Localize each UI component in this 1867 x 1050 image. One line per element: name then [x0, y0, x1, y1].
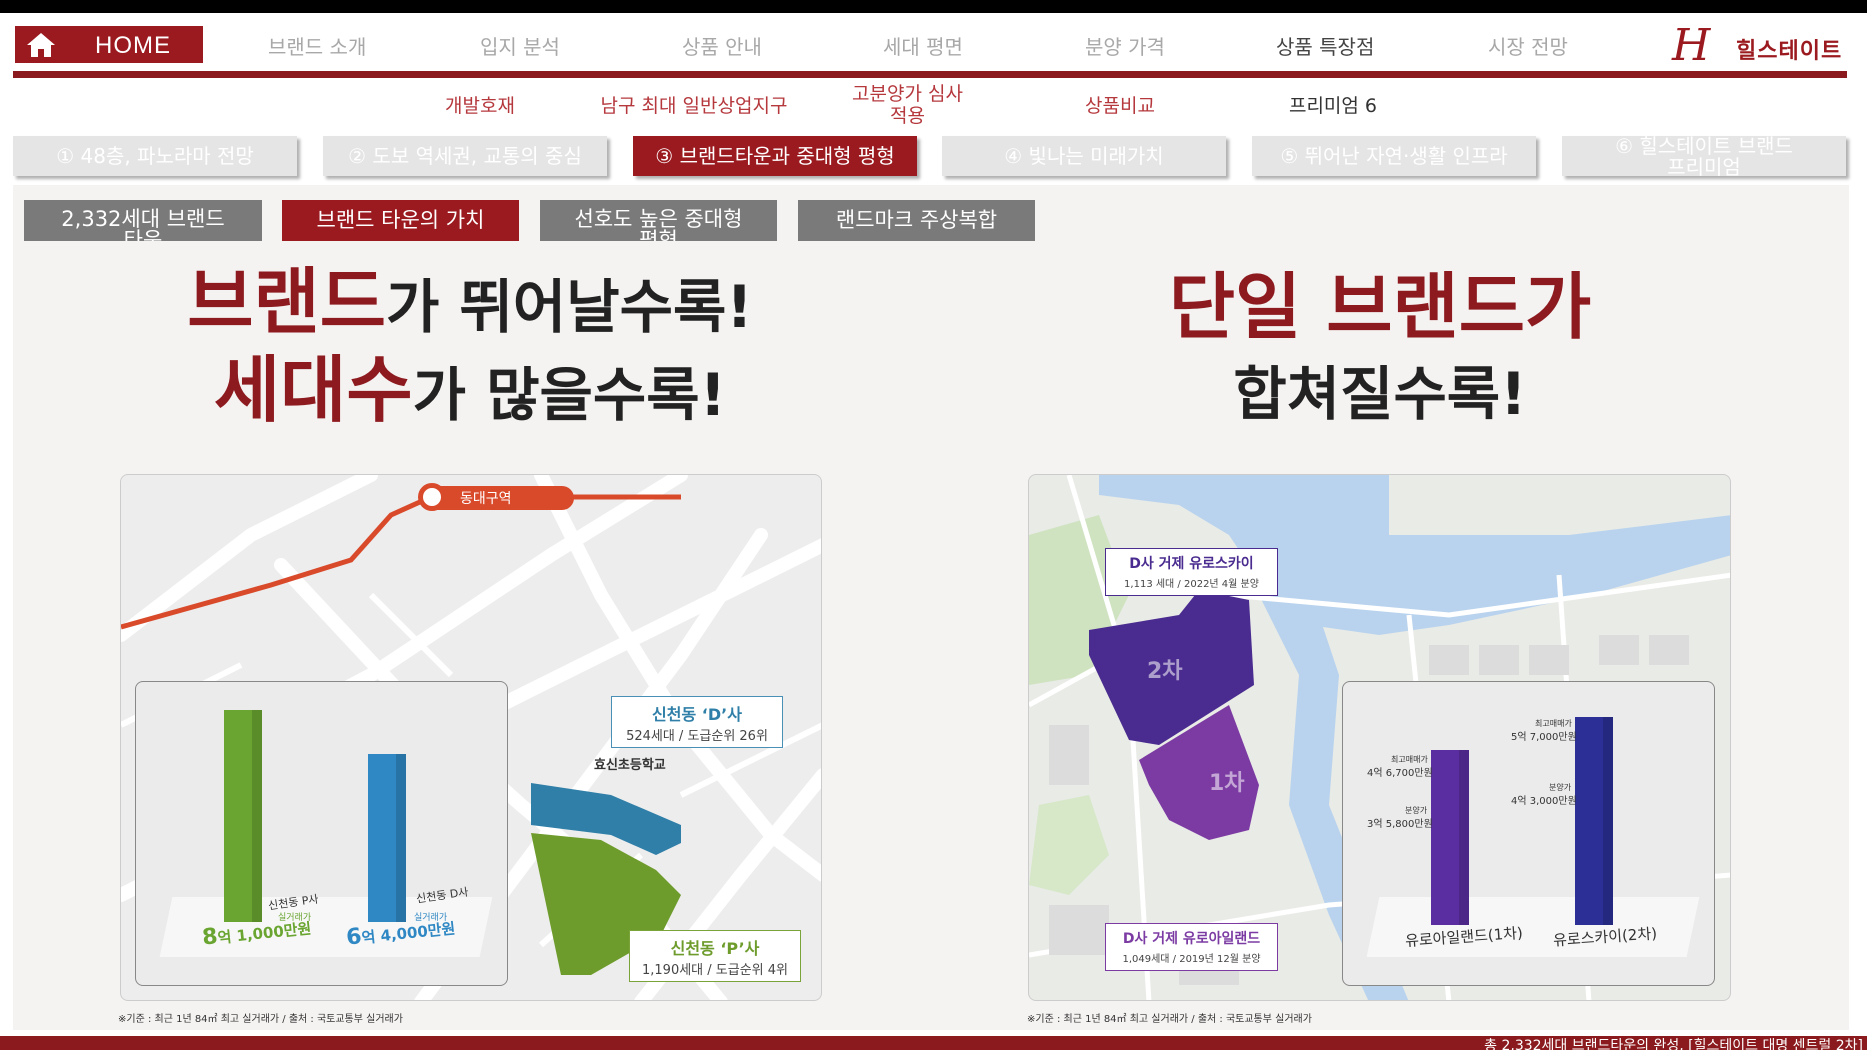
section-tab-mid-large[interactable]: 선호도 높은 중대형 평형 — [540, 200, 777, 241]
bar-p-company — [224, 710, 262, 922]
home-button[interactable]: HOME — [15, 26, 203, 63]
block-2-label: 2차 — [1147, 659, 1183, 684]
left-headline-2: 세대수가 많을수록! — [130, 350, 810, 435]
logo-mark: H — [1672, 20, 1711, 71]
euroisland-sub: 1,049세대 / 2019년 12월 분양 — [1122, 954, 1261, 965]
bar-d-company — [368, 754, 406, 922]
section-tab-brand-value[interactable]: 브랜드 타운의 가치 — [282, 200, 519, 241]
nav-item-product[interactable]: 상품 안내 — [682, 31, 762, 60]
premium-tab-3[interactable]: ③ 브랜드타운과 중대형 평형 — [633, 136, 917, 176]
page: HOME 브랜드 소개 입지 분석 상품 안내 세대 평면 분양 가격 상품 특… — [0, 0, 1867, 1050]
nav-item-outlook[interactable]: 시장 전망 — [1488, 31, 1568, 60]
nav-item-features[interactable]: 상품 특장점 — [1276, 31, 1374, 60]
station-dot — [418, 483, 446, 511]
eurosky-title: D사 거제 유로스카이 — [1129, 556, 1254, 572]
subnav-premium6[interactable]: 프리미엄 6 — [1268, 95, 1398, 117]
eurosky-sub: 1,113 세대 / 2022년 4월 분양 — [1124, 579, 1259, 590]
station-label: 동대구역 — [460, 491, 512, 507]
station-marker: 동대구역 — [418, 483, 574, 511]
home-icon — [27, 33, 55, 57]
subnav-development[interactable]: 개발호재 — [430, 95, 530, 117]
euroisland-mid-value: 3억 5,800만원 — [1367, 819, 1433, 830]
footer-bar: 총 2,332세대 브랜드타운의 완성, [힐스테이트 대명 센트럴 2차] — [0, 1036, 1867, 1050]
bar-eurosky — [1575, 717, 1613, 925]
left-headline-1: 브랜드가 뛰어날수록! — [130, 262, 810, 347]
left-source-note: ※기준 : 최근 1년 84㎡ 최고 실거래가 / 출처 : 국토교통부 실거래… — [118, 1014, 403, 1025]
premium-tab-1[interactable]: ① 48층, 파노라마 전망 — [13, 136, 297, 176]
premium-tab-5[interactable]: ⑤ 뛰어난 자연·생활 인프라 — [1252, 136, 1536, 176]
nav-item-brand[interactable]: 브랜드 소개 — [268, 31, 366, 60]
section-tab-brandtown[interactable]: 2,332세대 브랜드 타운 — [24, 200, 262, 241]
nav-divider — [13, 71, 1847, 78]
logo-text: 힐스테이트 — [1736, 39, 1843, 64]
premium-tab-4[interactable]: ④ 빛나는 미래가치 — [942, 136, 1226, 176]
euroisland-title: D사 거제 유로아일랜드 — [1122, 931, 1261, 947]
euroisland-top-value: 4억 6,700만원 — [1367, 768, 1433, 779]
home-label: HOME — [95, 32, 171, 59]
nav-item-price[interactable]: 분양 가격 — [1085, 31, 1165, 60]
subnav-commercial[interactable]: 남구 최대 일반상업지구 — [584, 95, 804, 117]
headline-brand-em: 브랜드 — [187, 260, 386, 344]
eurosky-mid-value: 4억 3,000만원 — [1511, 796, 1577, 807]
right-price-chart: 최고매매가 4억 6,700만원 분양가 3억 5,800만원 최고매매가 5억… — [1342, 681, 1715, 986]
park-2 — [1029, 795, 1109, 895]
euroisland-callout: D사 거제 유로아일랜드 1,049세대 / 2019년 12월 분양 — [1105, 923, 1278, 971]
school-label: 효신초등학교 — [594, 758, 666, 773]
headline-household-em: 세대수 — [213, 348, 413, 432]
right-source-note: ※기준 : 최근 1년 84㎡ 최고 실거래가 / 출처 : 국토교통부 실거래… — [1027, 1014, 1312, 1025]
nav-item-location[interactable]: 입지 분석 — [480, 31, 560, 60]
bar-euroisland — [1431, 750, 1469, 925]
right-headline-2: 합쳐질수록! — [1233, 360, 1527, 428]
d-company-sub: 524세대 / 도급순위 26위 — [626, 729, 768, 744]
headline-household-rest: 가 많을수록! — [412, 361, 727, 429]
p-company-title: 신천동 ‘P’사 — [670, 939, 760, 958]
headline-brand-rest: 가 뛰어날수록! — [385, 273, 753, 341]
p-company-callout: 신천동 ‘P’사 1,190세대 / 도급순위 4위 — [629, 930, 801, 982]
subnav-price-review[interactable]: 고분양가 심사 적용 — [840, 83, 975, 127]
p-company-sub: 1,190세대 / 도급순위 4위 — [642, 963, 788, 978]
premium-tab-2[interactable]: ② 도보 역세권, 교통의 중심 — [323, 136, 607, 176]
nav-item-floorplan[interactable]: 세대 평면 — [883, 31, 963, 60]
eurosky-callout: D사 거제 유로스카이 1,113 세대 / 2022년 4월 분양 — [1105, 548, 1278, 596]
top-black-bar — [0, 0, 1867, 13]
premium-tab-6[interactable]: ⑥ 힐스테이트 브랜드 프리미엄 — [1562, 136, 1846, 176]
section-tab-landmark[interactable]: 랜드마크 주상복합 — [798, 200, 1035, 241]
subnav-compare[interactable]: 상품비교 — [1070, 95, 1170, 117]
eurosky-top-value: 5억 7,000만원 — [1511, 732, 1577, 743]
footer-text: 총 2,332세대 브랜드타운의 완성, [힐스테이트 대명 센트럴 2차] — [1484, 1038, 1863, 1050]
d-company-title: 신천동 ‘D’사 — [652, 705, 742, 724]
right-headline-1: 단일 브랜드가 — [1168, 265, 1592, 349]
left-price-chart: 신천동 P사 실거래가 8억 1,000만원 신천동 D사 실거래가 6억 4,… — [135, 681, 508, 986]
hillstate-logo[interactable]: H 힐스테이트 — [1672, 22, 1844, 70]
d-company-callout: 신천동 ‘D’사 524세대 / 도급순위 26위 — [611, 696, 783, 748]
block-1-label: 1차 — [1209, 771, 1245, 796]
